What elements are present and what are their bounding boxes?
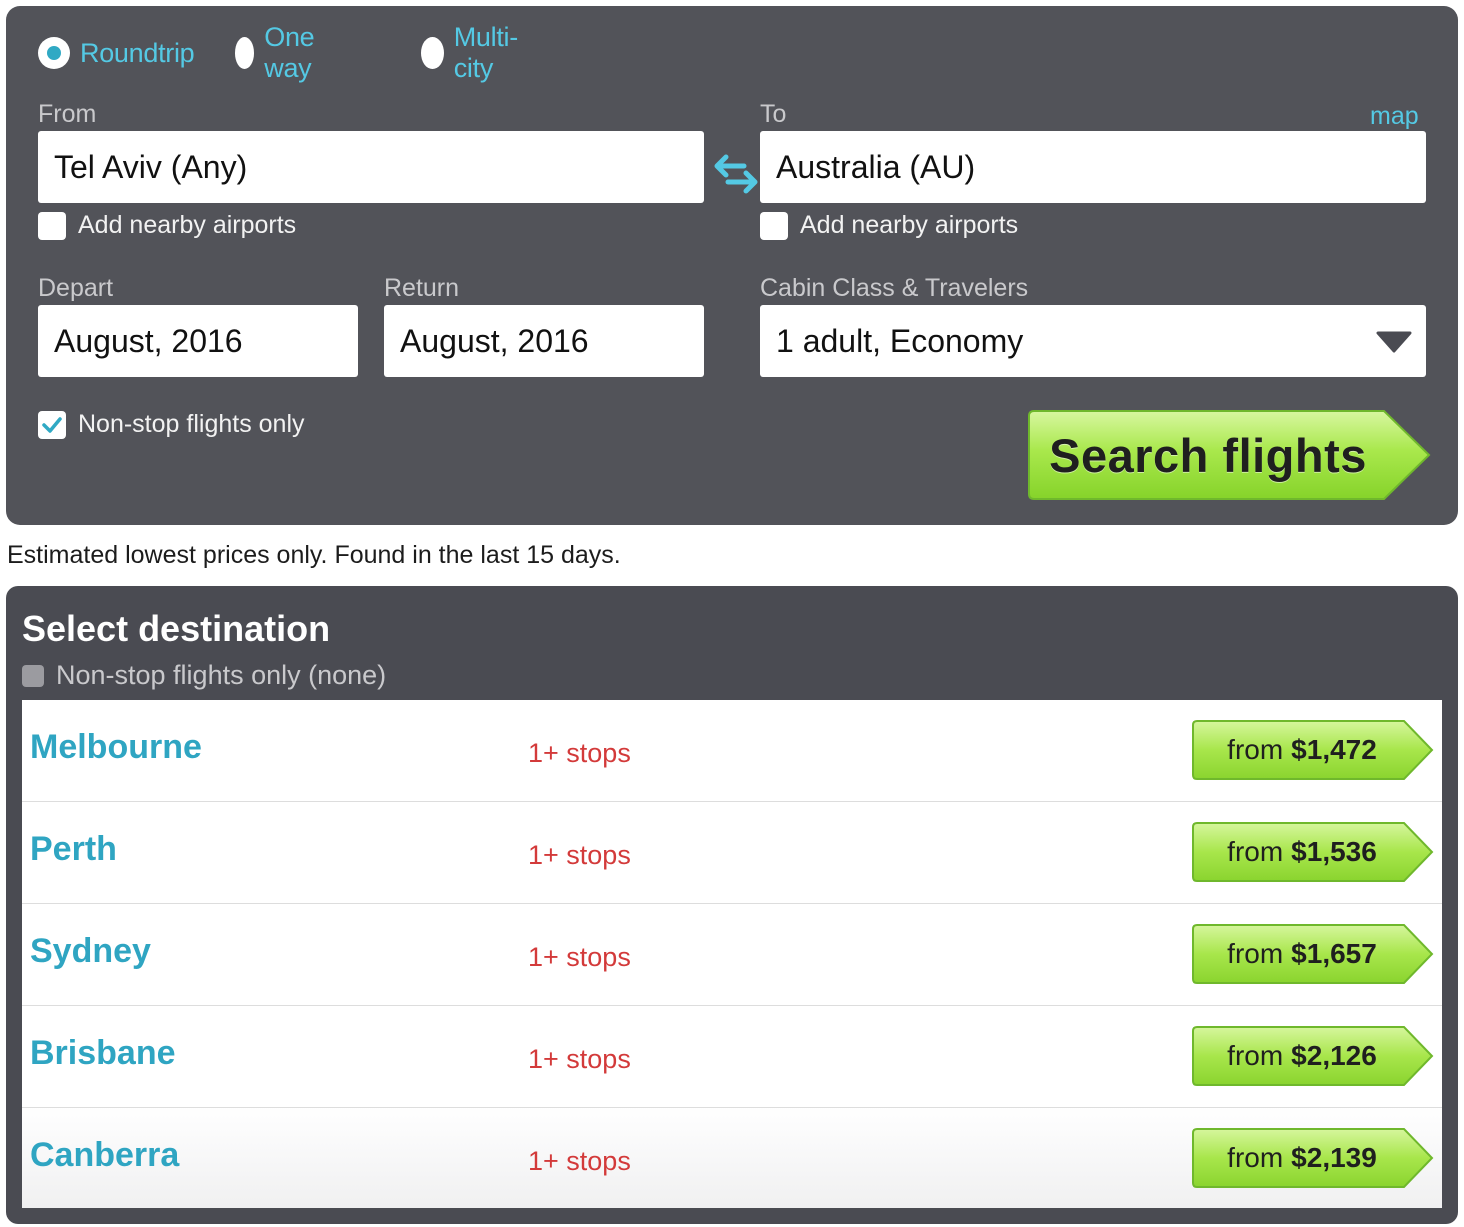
- trip-type-roundtrip[interactable]: Roundtrip: [38, 36, 195, 70]
- flight-search-panel: Roundtrip One way Multi-city From Tel Av…: [6, 6, 1458, 525]
- trip-type-label: Roundtrip: [80, 37, 195, 68]
- checkmark-icon: [42, 416, 62, 433]
- price-from: from: [1227, 1142, 1284, 1173]
- destination-name[interactable]: Melbourne: [30, 728, 202, 767]
- price-amount: $1,472: [1291, 734, 1377, 765]
- destination-stops: 1+ stops: [528, 840, 631, 870]
- from-label: From: [38, 100, 97, 128]
- cabin-label: Cabin Class & Travelers: [760, 274, 1029, 302]
- destination-row: Melbourne 1+ stops from $1,472: [22, 700, 1442, 802]
- price-button[interactable]: from $1,472: [1192, 720, 1434, 780]
- destination-title: Select destination: [22, 608, 331, 649]
- destination-name[interactable]: Canberra: [30, 1136, 179, 1175]
- depart-date-input[interactable]: August, 2016: [38, 305, 358, 377]
- cabin-travelers-select[interactable]: 1 adult, Economy: [760, 305, 1426, 377]
- price-amount: $1,657: [1291, 938, 1377, 969]
- map-link[interactable]: map: [1370, 102, 1419, 131]
- destination-name[interactable]: Sydney: [30, 932, 151, 971]
- trip-type-one-way[interactable]: One way: [235, 22, 327, 83]
- trip-type-label: Multi-city: [453, 22, 519, 83]
- price-label: from $1,657: [1192, 924, 1412, 984]
- destination-stops: 1+ stops: [528, 738, 631, 768]
- return-label: Return: [384, 274, 460, 302]
- destination-panel: Select destination Non-stop flights only…: [6, 586, 1458, 1224]
- triangle-down-icon: [1376, 331, 1412, 353]
- trip-type-multi-city[interactable]: Multi-city: [421, 22, 527, 83]
- filter-label: Non-stop flights only (none): [56, 660, 387, 690]
- price-from: from: [1227, 836, 1284, 867]
- price-label: from $1,536: [1192, 822, 1412, 882]
- price-amount: $2,139: [1291, 1142, 1377, 1173]
- price-from: from: [1227, 734, 1284, 765]
- price-amount: $2,126: [1291, 1040, 1377, 1071]
- price-button[interactable]: from $2,126: [1192, 1026, 1434, 1086]
- destination-stops: 1+ stops: [528, 1044, 631, 1074]
- nonstop-checkbox[interactable]: [38, 410, 66, 439]
- to-nearby-airports[interactable]: Add nearby airports: [760, 211, 1018, 240]
- price-from: from: [1227, 938, 1284, 969]
- price-label: from $2,126: [1192, 1026, 1412, 1086]
- search-flights-button[interactable]: Search flights: [1028, 410, 1432, 500]
- destination-name[interactable]: Perth: [30, 830, 117, 869]
- price-from: from: [1227, 1040, 1284, 1071]
- price-label: from $1,472: [1192, 720, 1412, 780]
- depart-label: Depart: [38, 274, 114, 302]
- trip-type-label: One way: [264, 22, 315, 83]
- cabin-value: 1 adult, Economy: [776, 322, 1024, 359]
- to-label: To: [760, 100, 787, 128]
- price-disclaimer: Estimated lowest prices only. Found in t…: [7, 541, 621, 569]
- destination-row: Perth 1+ stops from $1,536: [22, 802, 1442, 904]
- checkbox-label: Add nearby airports: [800, 211, 1019, 239]
- destination-nonstop-filter[interactable]: Non-stop flights only (none): [22, 660, 386, 691]
- checkbox-label: Non-stop flights only: [78, 410, 305, 438]
- price-button[interactable]: from $2,139: [1192, 1128, 1434, 1188]
- destination-list: Melbourne 1+ stops from $1,472 Perth 1+ s…: [22, 700, 1442, 1208]
- radio-dot: [47, 46, 61, 60]
- radio-button[interactable]: [421, 37, 444, 69]
- from-nearby-airports[interactable]: Add nearby airports: [38, 211, 296, 240]
- destination-row: Brisbane 1+ stops from $2,126: [22, 1006, 1442, 1108]
- search-button-label: Search flights: [1049, 428, 1367, 482]
- destination-row: Canberra 1+ stops from $2,139: [22, 1108, 1442, 1210]
- return-date-input[interactable]: August, 2016: [384, 305, 704, 377]
- swap-arrows-icon[interactable]: [714, 154, 758, 194]
- checkbox-label: Add nearby airports: [78, 211, 297, 239]
- destination-stops: 1+ stops: [528, 1146, 631, 1176]
- price-label: from $2,139: [1192, 1128, 1412, 1188]
- price-amount: $1,536: [1291, 836, 1377, 867]
- destination-name[interactable]: Brisbane: [30, 1034, 176, 1073]
- price-button[interactable]: from $1,536: [1192, 822, 1434, 882]
- price-button[interactable]: from $1,657: [1192, 924, 1434, 984]
- to-nearby-checkbox[interactable]: [760, 211, 788, 240]
- to-input[interactable]: Australia (AU): [760, 131, 1426, 203]
- nonstop-only[interactable]: Non-stop flights only: [38, 410, 305, 439]
- radio-button[interactable]: [235, 37, 255, 69]
- from-nearby-checkbox[interactable]: [38, 211, 66, 240]
- from-input[interactable]: Tel Aviv (Any): [38, 131, 704, 203]
- destination-stops: 1+ stops: [528, 942, 631, 972]
- radio-button-selected[interactable]: [38, 37, 70, 69]
- destination-row: Sydney 1+ stops from $1,657: [22, 904, 1442, 1006]
- destination-nonstop-checkbox[interactable]: [22, 664, 44, 687]
